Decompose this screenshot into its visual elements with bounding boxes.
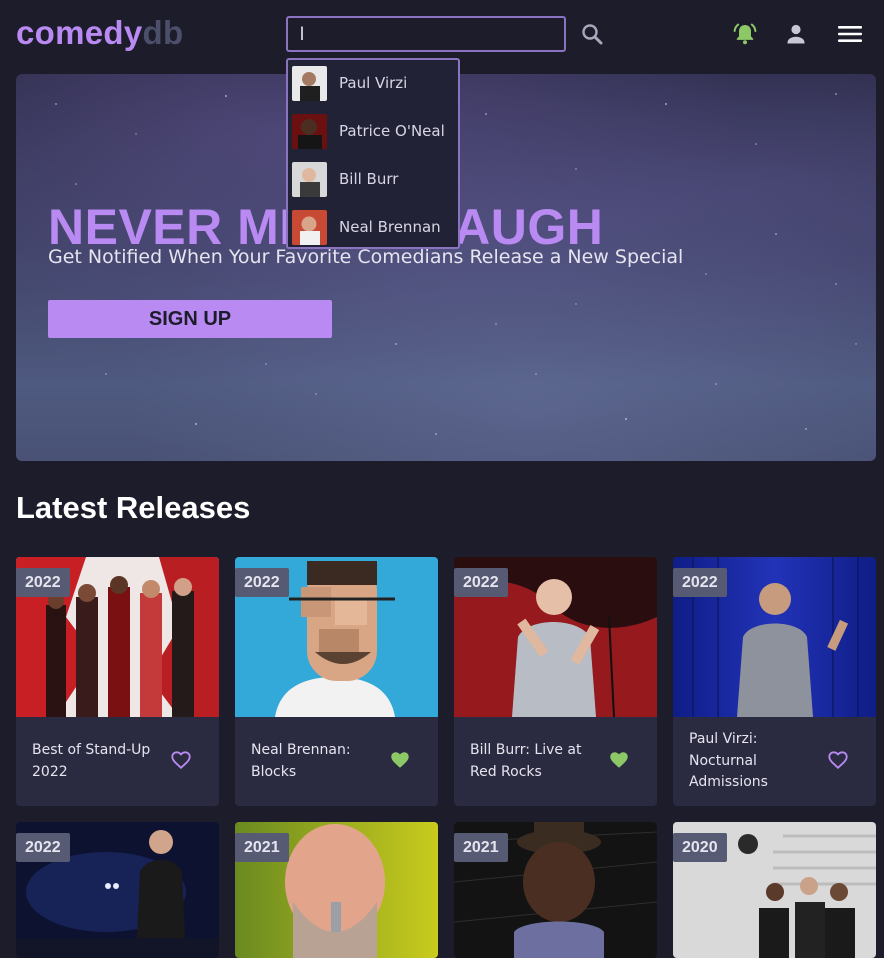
hero-subtitle: Get Notified When Your Favorite Comedian… — [48, 246, 684, 268]
latest-releases-heading: Latest Releases — [16, 490, 251, 525]
release-card[interactable]: 2021 — [235, 822, 438, 958]
release-title: Paul Virzi: Nocturnal Admissions — [689, 731, 768, 790]
logo[interactable]: comedydb — [16, 14, 183, 52]
logo-secondary: db — [142, 14, 184, 51]
search-icon[interactable] — [580, 22, 604, 46]
year-badge: 2022 — [16, 833, 70, 862]
search-result-name: Paul Virzi — [339, 74, 408, 92]
logo-primary: comedy — [16, 14, 143, 51]
release-title: Neal Brennan: Blocks — [251, 742, 351, 780]
comedian-thumbnail — [292, 113, 327, 149]
year-badge: 2021 — [454, 833, 508, 862]
release-title: Best of Stand-Up 2022 — [32, 742, 151, 780]
release-card[interactable]: 2022 Neal Brennan: Blocks — [235, 557, 438, 806]
release-card[interactable]: 2021 — [454, 822, 657, 958]
search-result-name: Neal Brennan — [339, 218, 441, 236]
year-badge: 2022 — [673, 568, 727, 597]
heart-icon[interactable] — [608, 749, 630, 771]
heart-icon[interactable] — [389, 749, 411, 771]
release-card[interactable]: 2022 — [16, 822, 219, 958]
search-input[interactable] — [286, 16, 566, 52]
search-result-item[interactable]: Paul Virzi — [292, 63, 458, 103]
comedian-thumbnail — [292, 65, 327, 101]
release-card[interactable]: 2020 — [673, 822, 876, 958]
search-result-item[interactable]: Patrice O'Neal — [292, 111, 458, 151]
release-card[interactable]: 2022 Best of Stand-Up 2022 — [16, 557, 219, 806]
search-result-item[interactable]: Neal Brennan — [292, 207, 458, 247]
search-results-dropdown: Paul Virzi Patrice O'Neal Bill Burr Neal… — [286, 58, 460, 249]
heart-icon[interactable] — [827, 749, 849, 771]
comedian-thumbnail — [292, 161, 327, 197]
heart-icon[interactable] — [170, 749, 192, 771]
comedian-thumbnail — [292, 209, 327, 245]
search-result-name: Patrice O'Neal — [339, 122, 445, 140]
year-badge: 2022 — [235, 568, 289, 597]
release-title: Bill Burr: Live at Red Rocks — [470, 742, 582, 780]
release-card[interactable]: 2022 Bill Burr: Live at Red Rocks — [454, 557, 657, 806]
search-result-name: Bill Burr — [339, 170, 399, 188]
year-badge: 2022 — [16, 568, 70, 597]
bell-icon[interactable] — [732, 21, 758, 47]
search-result-item[interactable]: Bill Burr — [292, 159, 458, 199]
menu-icon[interactable] — [837, 21, 863, 47]
sign-up-button[interactable]: SIGN UP — [48, 300, 332, 338]
year-badge: 2020 — [673, 833, 727, 862]
user-icon[interactable] — [783, 21, 809, 47]
year-badge: 2021 — [235, 833, 289, 862]
year-badge: 2022 — [454, 568, 508, 597]
release-card[interactable]: 2022 Paul Virzi: Nocturnal Admissions — [673, 557, 876, 806]
